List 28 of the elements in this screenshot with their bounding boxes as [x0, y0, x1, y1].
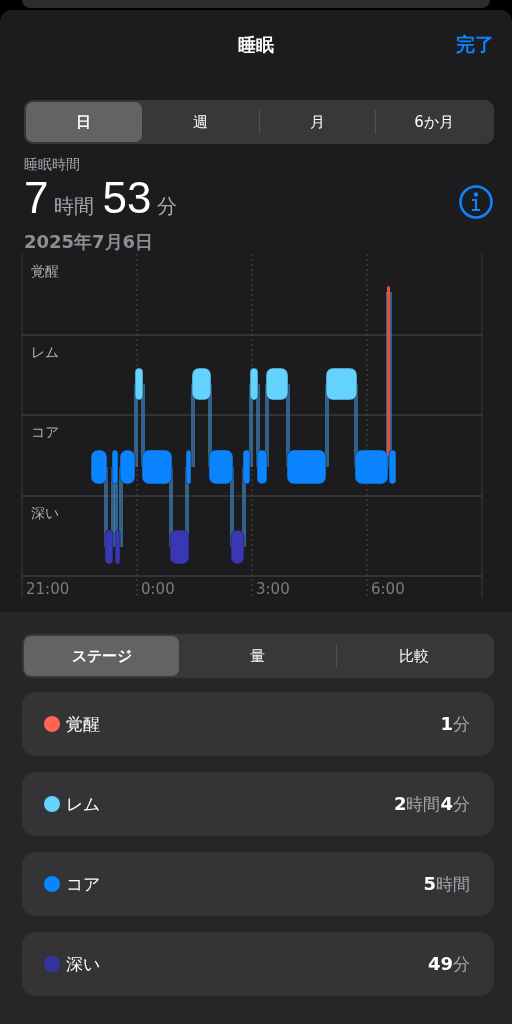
- time-axis-label: 0:00: [141, 580, 175, 598]
- stage-axis-label: 深い: [31, 505, 59, 521]
- segment-tab[interactable]: 週: [142, 102, 259, 142]
- stage-duration: 1分: [440, 712, 470, 736]
- sleep-date: 2025年7月6日: [24, 230, 155, 254]
- stage-name: レム: [66, 792, 100, 816]
- segment-tab[interactable]: 日: [26, 102, 142, 142]
- stage-name: 覚醒: [66, 712, 100, 736]
- segment-tab[interactable]: ステージ: [24, 636, 180, 676]
- stage-axis-label: コア: [31, 424, 59, 440]
- time-axis-label: 6:00: [371, 580, 405, 598]
- time-axis-label: 21:00: [26, 580, 70, 598]
- stage-duration: 5時間: [423, 872, 470, 896]
- stage-duration: 49分: [427, 952, 470, 976]
- info-icon[interactable]: [458, 184, 494, 220]
- segment-tab[interactable]: 比較: [336, 636, 492, 676]
- sheet-title: 睡眠: [238, 33, 274, 57]
- segment-tab[interactable]: 6か月: [376, 102, 492, 142]
- stage-name: コア: [66, 872, 100, 896]
- time-axis-label: 3:00: [256, 580, 290, 598]
- stage-name: 深い: [66, 952, 100, 976]
- stage-duration: 2時間4分: [393, 792, 470, 816]
- segment-tab[interactable]: 月: [259, 102, 376, 142]
- stage-axis-label: レム: [31, 344, 59, 360]
- stage-axis-label: 覚醒: [31, 263, 59, 279]
- metric-label: 睡眠時間: [24, 156, 81, 174]
- segment-tab[interactable]: 量: [180, 636, 336, 676]
- done-button[interactable]: 完了: [456, 32, 494, 58]
